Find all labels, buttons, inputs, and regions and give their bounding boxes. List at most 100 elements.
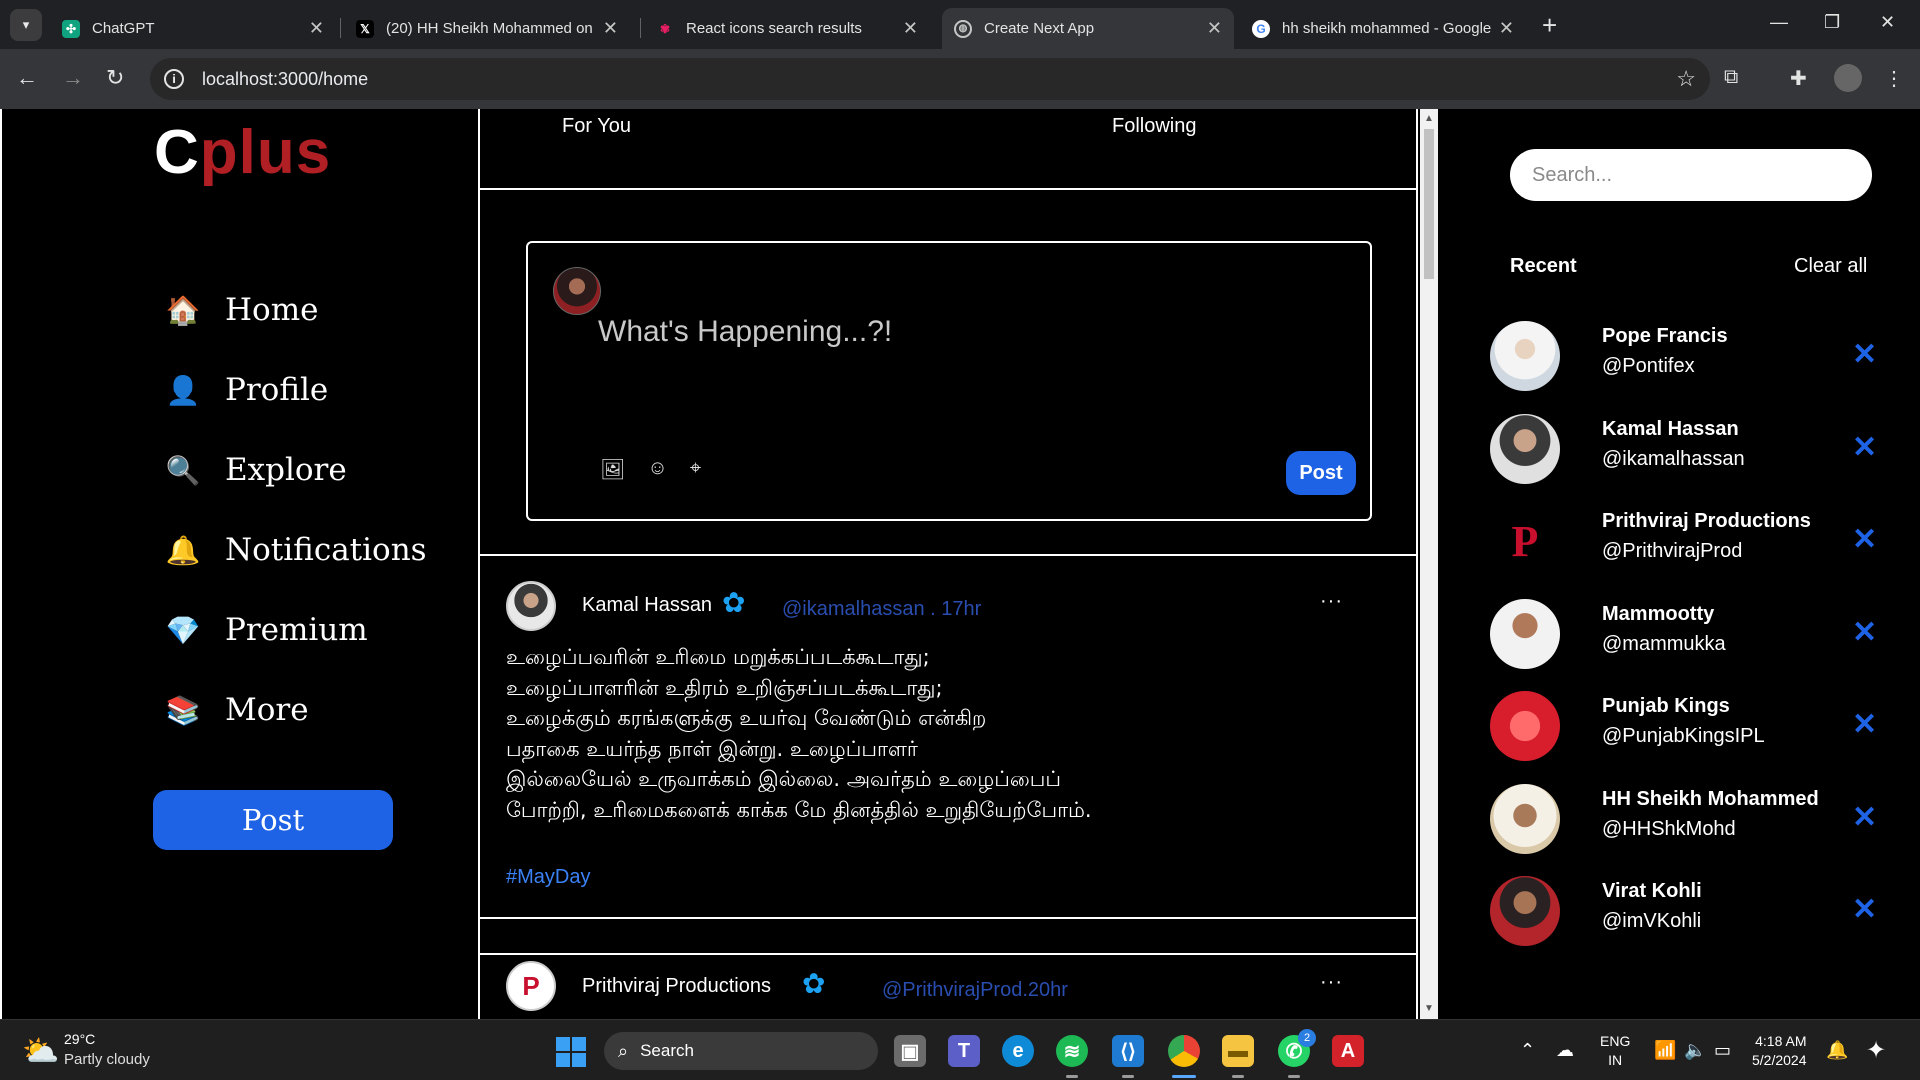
chrome-icon[interactable] [1168,1035,1200,1067]
minimize-window-icon[interactable]: — [1770,12,1788,33]
tweet-card[interactable]: Kamal Hassan ✿ @ikamalhassan . 17hr ··· … [480,556,1416,918]
tab-x[interactable]: 𝕏 (20) HH Sheikh Mohammed on ✕ [344,8,630,49]
close-tab-icon[interactable]: ✕ [1499,18,1514,39]
scrollbar-thumb[interactable] [1424,129,1434,279]
scroll-up-arrow-icon[interactable]: ▲ [1424,113,1434,124]
tweet-handle[interactable]: @ikamalhassan . 17hr [782,598,981,621]
notifications-bell-icon[interactable]: 🔔 [1826,1040,1848,1061]
acrobat-icon[interactable]: A [1332,1035,1364,1067]
composer-avatar[interactable] [553,267,601,315]
remove-recent-icon[interactable]: ✕ [1852,430,1877,465]
nav-notifications[interactable]: 🔔 Notifications [165,525,427,575]
clear-all-button[interactable]: Clear all [1794,255,1867,278]
remove-recent-icon[interactable]: ✕ [1852,892,1877,927]
chrome-menu-icon[interactable]: ⋮ [1884,66,1904,91]
extension-puzzle-icon[interactable]: ⧉ [1724,66,1738,89]
feed-scrollbar[interactable]: ▲ ▼ [1420,109,1438,1019]
tab-for-you[interactable]: For You [562,115,631,138]
file-explorer-icon[interactable]: ▬ [1222,1035,1254,1067]
weather-temperature[interactable]: 29°C [64,1031,95,1047]
tweet-avatar[interactable]: P [506,961,556,1011]
show-hidden-icons-icon[interactable]: ⌃ [1520,1040,1535,1061]
nav-premium[interactable]: 💎 Premium [165,605,368,655]
recent-item[interactable]: Mammootty @mammukka ✕ [1490,599,1890,673]
emoji-icon[interactable]: ☺ [647,457,667,482]
onedrive-icon[interactable]: ☁ [1556,1040,1574,1061]
reload-icon[interactable]: ↻ [106,65,124,91]
composer-post-button[interactable]: Post [1286,451,1356,495]
extensions-icon[interactable]: ✚ [1790,66,1807,91]
nav-profile[interactable]: 👤 Profile [165,365,329,415]
tab-title: React icons search results [686,20,862,37]
search-input[interactable]: Search... [1510,149,1872,201]
recent-item[interactable]: Pope Francis @Pontifex ✕ [1490,321,1890,395]
volume-icon[interactable]: 🔈 [1684,1040,1706,1061]
site-info-icon[interactable]: i [164,69,184,89]
edge-icon[interactable]: e [1002,1035,1034,1067]
back-arrow-icon[interactable]: ← [16,65,38,91]
nav-home[interactable]: 🏠 Home [165,285,319,335]
scroll-down-arrow-icon[interactable]: ▼ [1424,1003,1434,1014]
recent-name: Prithviraj Productions [1602,510,1811,532]
browser-toolbar: ← → ↻ i localhost:3000/home ☆ ⧉ ✚ ⋮ [0,49,1920,109]
recent-item[interactable]: P Prithviraj Productions @PrithvirajProd… [1490,506,1890,580]
tab-chatgpt[interactable]: ✣ ChatGPT ✕ [50,8,336,49]
recent-item[interactable]: Kamal Hassan @ikamalhassan ✕ [1490,414,1890,488]
more-options-icon[interactable]: ··· [1320,590,1343,613]
image-icon[interactable]: 🖼 [600,457,625,482]
sidebar-post-button[interactable]: Post [153,790,393,850]
tweet-author-name[interactable]: Prithviraj Productions [582,975,771,998]
remove-recent-icon[interactable]: ✕ [1852,337,1877,372]
new-tab-button[interactable]: + [1542,12,1557,38]
remove-recent-icon[interactable]: ✕ [1852,615,1877,650]
tab-search-dropdown-button[interactable]: ▾ [10,9,42,41]
recent-avatar [1490,784,1560,854]
hashtag-link[interactable]: #MayDay [506,866,590,889]
tab-following[interactable]: Following [1112,115,1196,138]
composer-input[interactable]: What's Happening...?! [598,315,892,349]
location-pin-icon[interactable]: ⌖ [690,457,701,482]
close-window-icon[interactable]: ✕ [1880,12,1895,33]
tab-react-icons[interactable]: ✾ React icons search results ✕ [644,8,930,49]
tweet-handle[interactable]: @PrithvirajProd.20hr [882,979,1068,1002]
task-view-icon[interactable]: ▣ [894,1035,926,1067]
weather-description[interactable]: Partly cloudy [64,1051,150,1068]
teams-icon[interactable]: T [948,1035,980,1067]
remove-recent-icon[interactable]: ✕ [1852,707,1877,742]
remove-recent-icon[interactable]: ✕ [1852,522,1877,557]
language-indicator[interactable]: ENG IN [1600,1032,1630,1070]
nav-explore[interactable]: 🔍 Explore [165,445,347,495]
recent-item[interactable]: HH Sheikh Mohammed @HHShkMohd ✕ [1490,784,1890,858]
spotify-icon[interactable]: ≋ [1056,1035,1088,1067]
address-bar[interactable]: i localhost:3000/home ☆ [150,58,1710,100]
wifi-icon[interactable]: 📶 [1654,1040,1676,1061]
more-options-icon[interactable]: ··· [1320,971,1343,994]
bookmark-star-icon[interactable]: ☆ [1676,66,1696,92]
battery-icon[interactable]: ▭ [1714,1040,1731,1061]
recent-name: Punjab Kings [1602,695,1730,717]
recent-handle: @mammukka [1602,633,1726,655]
taskbar-search[interactable]: ⌕ Search [604,1032,878,1070]
tweet-card[interactable]: P Prithviraj Productions ✿ @PrithvirajPr… [480,955,1416,1019]
profile-avatar[interactable] [1834,64,1862,92]
tweet-avatar[interactable] [506,581,556,631]
app-logo[interactable]: Cplus [154,117,331,188]
recent-item[interactable]: Punjab Kings @PunjabKingsIPL ✕ [1490,691,1890,765]
copilot-icon[interactable]: ✦ [1866,1036,1886,1065]
close-tab-icon[interactable]: ✕ [1207,18,1222,39]
windows-start-icon[interactable] [556,1037,586,1067]
forward-arrow-icon[interactable]: → [62,65,84,91]
recent-item[interactable]: Virat Kohli @imVKohli ✕ [1490,876,1890,950]
partly-cloudy-icon[interactable]: ⛅ [22,1034,59,1069]
vscode-icon[interactable]: ⟨⟩ [1112,1035,1144,1067]
tweet-author-name[interactable]: Kamal Hassan [582,594,712,617]
close-tab-icon[interactable]: ✕ [309,18,324,39]
system-clock[interactable]: 4:18 AM 5/2/2024 [1752,1032,1807,1070]
nav-more[interactable]: 📚 More [165,685,309,735]
restore-window-icon[interactable]: ❐ [1824,12,1840,33]
remove-recent-icon[interactable]: ✕ [1852,800,1877,835]
tab-google[interactable]: G hh sheikh mohammed - Google ✕ [1240,8,1526,49]
close-tab-icon[interactable]: ✕ [903,18,918,39]
close-tab-icon[interactable]: ✕ [603,18,618,39]
tab-create-next-app[interactable]: ◍ Create Next App ✕ [942,8,1234,49]
